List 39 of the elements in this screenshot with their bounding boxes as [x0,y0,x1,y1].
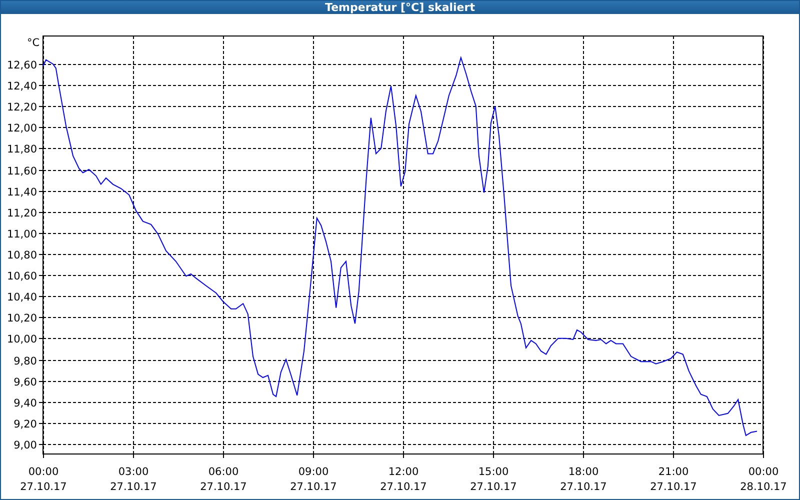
y-tick-label: 11,40 [6,186,37,198]
y-tick-label: 10,80 [6,250,37,262]
y-unit-label: °C [27,37,40,49]
x-tick-label: 21:00 [658,466,689,478]
x-date-label: 27.10.17 [200,481,247,493]
x-date-label: 27.10.17 [20,481,67,493]
y-tick-label: 12,40 [6,80,37,92]
x-tick-label: 00:00 [28,466,59,478]
y-tick-label: 12,20 [6,102,37,114]
x-tick-label: 06:00 [208,466,239,478]
x-tick-label: 12:00 [388,466,419,478]
chart-title: Temperatur [°C] skaliert [325,1,475,14]
y-tick-label: 10,20 [6,312,37,324]
y-tick-label: 12,00 [6,122,37,134]
x-date-label: 27.10.17 [650,481,697,493]
x-tick-label: 18:00 [568,466,599,478]
x-tick-label: 03:00 [118,466,149,478]
y-tick-label: 12,60 [6,60,37,72]
x-tick-label: 09:00 [298,466,329,478]
y-tick-label: 9,60 [14,376,37,388]
x-date-label: 27.10.17 [380,481,427,493]
y-tick-label: 11,20 [6,208,37,220]
x-date-label: 27.10.17 [110,481,157,493]
y-tick-label: 11,80 [6,144,37,156]
y-tick-label: 11,60 [6,166,37,178]
x-tick-label: 15:00 [478,466,509,478]
x-date-label: 27.10.17 [560,481,607,493]
x-tick-label: 00:00 [748,466,779,478]
y-tick-label: 11,00 [6,228,37,240]
x-date-label: 28.10.17 [740,481,787,493]
y-tick-label: 10,40 [6,292,37,304]
y-tick-label: 9,80 [14,356,37,368]
x-date-label: 27.10.17 [290,481,337,493]
y-tick-label: 9,40 [14,398,37,410]
y-tick-label: 9,20 [14,418,37,430]
y-tick-label: 9,00 [14,440,37,452]
y-tick-label: 10,60 [6,270,37,282]
y-tick-label: 10,00 [6,334,37,346]
x-date-label: 27.10.17 [470,481,517,493]
